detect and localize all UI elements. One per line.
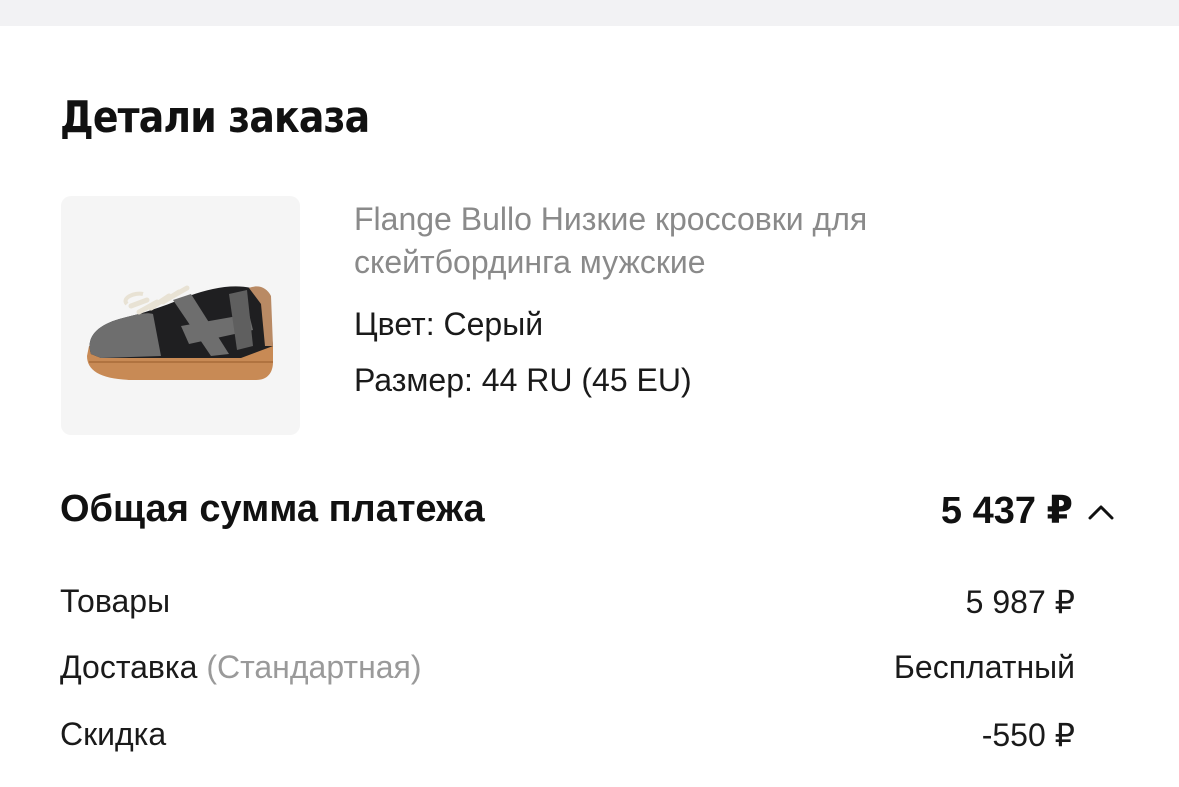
payment-total-value[interactable]: 5 437 ₽ <box>941 488 1073 533</box>
top-strip <box>0 0 1179 26</box>
product-size: Размер: 44 RU (45 EU) <box>354 362 692 398</box>
discount-label-text: Скидка <box>60 716 167 752</box>
goods-label: Товары <box>60 583 170 620</box>
chevron-up-icon[interactable] <box>1085 500 1117 524</box>
discount-value: -550 ₽ <box>981 717 1075 753</box>
order-details-card: Детали заказа Flange Bullo Низкие кроссо… <box>0 26 1179 787</box>
delivery-label-text: Доставка <box>60 649 198 685</box>
delivery-label: Доставка (Стандартная) <box>60 649 422 686</box>
delivery-value: Бесплатный <box>893 649 1075 685</box>
goods-value: 5 987 ₽ <box>965 584 1075 620</box>
delivery-type-note: (Стандартная) <box>206 649 422 685</box>
sneaker-image <box>87 285 273 380</box>
product-color: Цвет: Серый <box>354 306 544 342</box>
product-title[interactable]: Flange Bullo Низкие кроссовки для скейтб… <box>354 198 1074 284</box>
payment-total-label: Общая сумма платежа <box>60 488 485 530</box>
product-image[interactable] <box>61 196 300 435</box>
section-title: Детали заказа <box>60 92 370 143</box>
goods-label-text: Товары <box>60 583 171 619</box>
discount-label: Скидка <box>60 716 166 753</box>
